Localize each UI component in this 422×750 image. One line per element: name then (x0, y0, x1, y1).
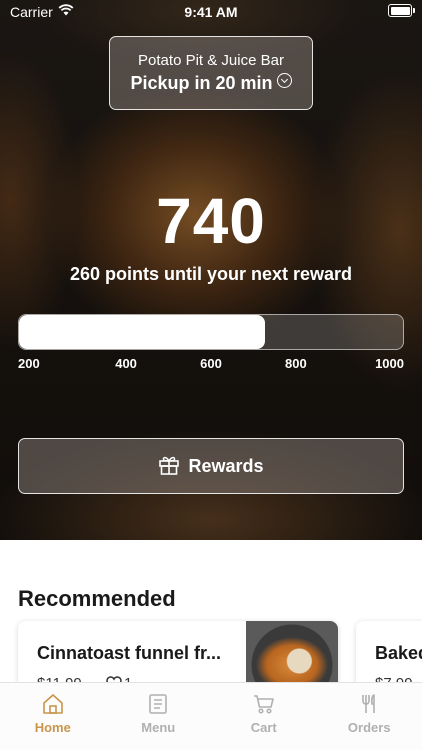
status-bar: Carrier 9:41 AM (0, 0, 422, 24)
rewards-progress-bar (18, 314, 404, 350)
progress-tick: 200 (18, 356, 40, 371)
points-balance: 740 (156, 185, 266, 257)
tab-bar: Home Menu Cart Orders (0, 682, 422, 750)
rewards-progress-fill (19, 315, 265, 349)
rewards-button[interactable]: Rewards (18, 438, 404, 494)
progress-tick: 600 (200, 356, 222, 371)
pickup-time: Pickup in 20 min (110, 73, 312, 94)
tab-home[interactable]: Home (0, 683, 106, 750)
progress-ticks: 200 400 600 800 1000 (18, 356, 404, 372)
home-icon (42, 694, 63, 714)
status-time: 9:41 AM (184, 4, 238, 20)
tab-home-label: Home (34, 720, 71, 735)
item-name: Cinnatoast funnel fr... (37, 643, 222, 663)
menu-icon (149, 694, 168, 714)
pickup-time-label: Pickup in 20 min (130, 73, 273, 93)
item-name: Baked (375, 643, 422, 663)
progress-tick: 1000 (375, 356, 404, 371)
store-name: Potato Pit & Juice Bar (138, 52, 284, 69)
progress-tick: 400 (115, 356, 137, 371)
tab-menu-label: Menu (141, 720, 176, 735)
fork-knife-icon (362, 694, 376, 713)
rewards-button-label: Rewards (188, 456, 264, 476)
gift-icon (159, 456, 180, 475)
tab-orders[interactable]: Orders (317, 683, 422, 750)
tab-cart-label: Cart (250, 720, 277, 735)
recommended-title: Recommended (18, 586, 176, 611)
chevron-down-icon (276, 73, 292, 88)
battery-icon (388, 4, 415, 17)
points-until-reward: 260 points until your next reward (69, 264, 353, 284)
tab-orders-label: Orders (347, 720, 391, 735)
progress-tick: 800 (285, 356, 307, 371)
cart-icon (253, 695, 274, 714)
tab-cart[interactable]: Cart (211, 683, 317, 750)
tab-menu[interactable]: Menu (106, 683, 212, 750)
hero-banner: Carrier 9:41 AM Potato Pit & Juice Bar P… (0, 0, 422, 540)
store-selector-button[interactable]: Potato Pit & Juice Bar Pickup in 20 min (109, 36, 313, 110)
